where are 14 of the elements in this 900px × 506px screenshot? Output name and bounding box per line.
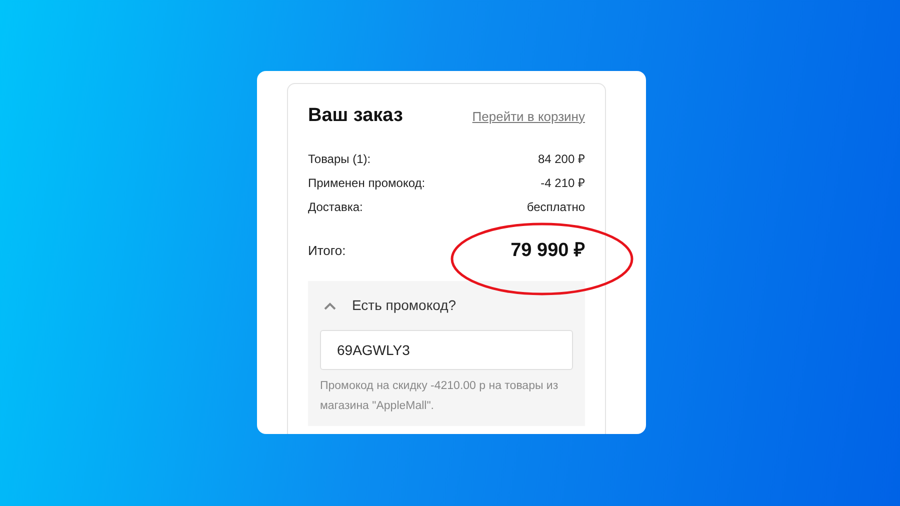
order-title: Ваш заказ bbox=[308, 104, 403, 128]
cart-link[interactable]: Перейти в корзину bbox=[472, 106, 585, 126]
summary-label: Применен промокод: bbox=[308, 174, 426, 192]
summary-value: -4 210 ₽ bbox=[540, 174, 585, 192]
promo-note: Промокод на скидку -4210.00 р на товары из магазина "AppleMall". bbox=[320, 379, 560, 414]
chevron-up-icon bbox=[324, 302, 336, 310]
summary-value: 84 200 ₽ bbox=[538, 150, 585, 168]
total-value: 79 990 ₽ bbox=[510, 238, 585, 262]
promo-code-field[interactable]: 69AGWLY3 bbox=[320, 330, 573, 370]
total-label: Итого: bbox=[308, 242, 346, 260]
summary-value: бесплатно bbox=[526, 198, 585, 216]
promo-toggle[interactable]: Есть промокод? bbox=[324, 295, 456, 316]
summary-label: Товары (1): bbox=[308, 150, 371, 168]
summary-label: Доставка: bbox=[308, 198, 363, 216]
